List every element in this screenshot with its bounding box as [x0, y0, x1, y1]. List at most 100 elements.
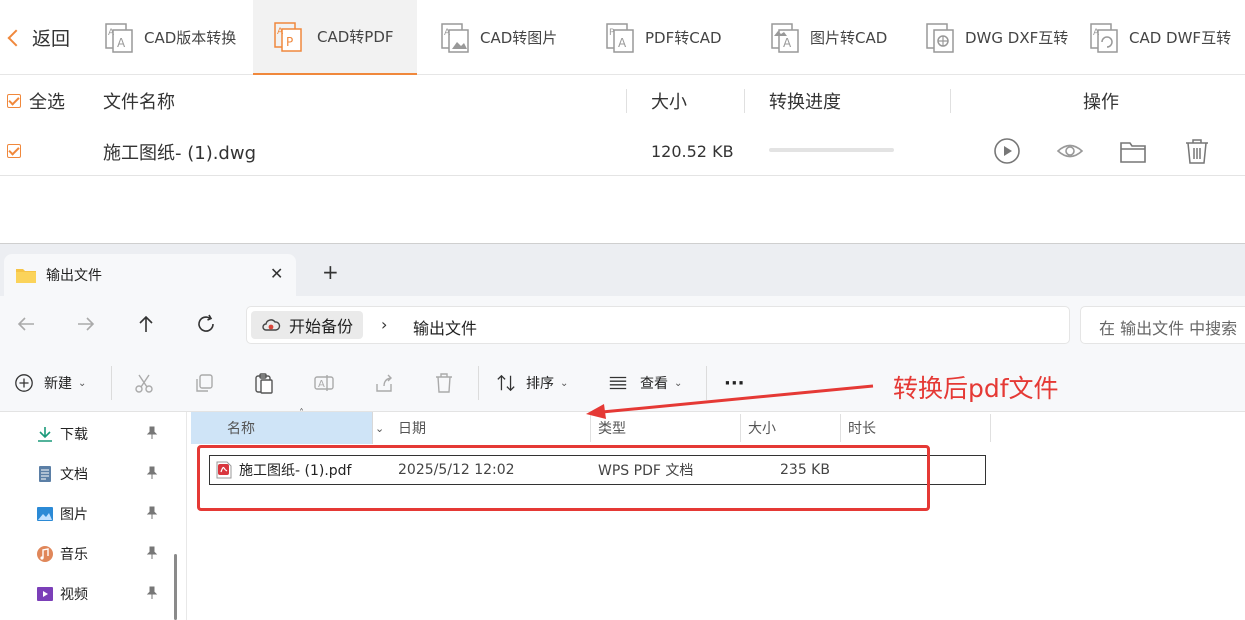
cad-to-image-icon: A: [441, 22, 469, 53]
pdf-to-cad-icon: P A: [606, 22, 634, 53]
file-row-name: 施工图纸- (1).dwg: [103, 142, 257, 164]
tab-cad-to-image[interactable]: A CAD转图片: [440, 0, 590, 75]
sidebar-item-pictures[interactable]: 图片: [36, 502, 166, 526]
column-divider: [744, 89, 745, 113]
svg-text:A: A: [783, 36, 792, 50]
pin-icon[interactable]: [146, 426, 158, 440]
svg-text:A: A: [277, 27, 284, 37]
select-all-checkbox[interactable]: [7, 94, 21, 108]
tab-pdf-to-cad[interactable]: P A PDF转CAD: [605, 0, 755, 75]
back-arrow-icon[interactable]: [14, 312, 38, 336]
cad-to-pdf-icon: A P: [274, 21, 302, 52]
rename-icon[interactable]: A: [313, 372, 335, 394]
svg-text:A: A: [618, 36, 627, 50]
column-file-name: 文件名称: [103, 92, 175, 113]
sidebar-item-music[interactable]: 音乐: [36, 542, 166, 566]
file-row-checkbox[interactable]: [7, 144, 21, 158]
explorer-tab[interactable]: 输出文件 ✕: [4, 254, 296, 296]
folder-icon: [16, 269, 36, 283]
annotation-arrow-icon: [586, 384, 874, 419]
tab-dwg-dxf[interactable]: DWG DXF互转: [925, 0, 1085, 75]
explorer-nav-bar: 开始备份 › 输出文件 在 输出文件 中搜索: [0, 296, 1245, 354]
eye-icon[interactable]: [1056, 137, 1084, 165]
breadcrumb-item[interactable]: 开始备份: [251, 311, 364, 339]
converter-app: 返回 A A CAD版本转换 A P CAD转PDF A CAD转图片 P A …: [0, 0, 1245, 243]
back-button[interactable]: 返回: [0, 0, 90, 75]
chevron-down-icon: ⌄: [78, 377, 87, 389]
column-divider: [950, 89, 951, 113]
sort-label: 排序: [526, 376, 554, 392]
tab-label: CAD转图片: [480, 29, 558, 47]
download-icon: [38, 427, 52, 442]
music-icon: [37, 546, 53, 562]
svg-text:P: P: [286, 35, 293, 49]
file-list-header: 全选 文件名称 大小 转换进度 操作: [0, 75, 1245, 127]
image-to-cad-icon: A: [771, 22, 799, 53]
highlight-box: [197, 445, 930, 511]
up-arrow-icon[interactable]: [134, 312, 158, 336]
sort-icon: [497, 374, 515, 392]
video-icon: [37, 587, 53, 601]
plus-circle-icon: [15, 374, 33, 392]
breadcrumb-current[interactable]: 输出文件: [413, 315, 477, 339]
new-tab-plus-icon[interactable]: +: [322, 262, 339, 282]
column-name-dropdown[interactable]: ⌄: [372, 412, 390, 444]
explorer-tab-title: 输出文件: [46, 268, 102, 284]
file-explorer-window: 输出文件 ✕ + 开始备份 › 输出文件 在 输出文件 中搜索 新建 ⌄ A 排…: [0, 243, 1245, 620]
copy-icon[interactable]: [193, 372, 215, 394]
column-divider[interactable]: [990, 414, 991, 442]
pin-icon[interactable]: [146, 586, 158, 600]
pin-icon[interactable]: [146, 546, 158, 560]
annotation-text: 转换后pdf文件: [893, 374, 1059, 403]
forward-arrow-icon[interactable]: [74, 312, 98, 336]
svg-text:A: A: [444, 28, 451, 38]
tab-cad-to-pdf[interactable]: A P CAD转PDF: [253, 0, 417, 75]
sidebar-item-downloads[interactable]: 下载: [36, 422, 166, 446]
cut-icon[interactable]: [133, 372, 155, 394]
column-actions: 操作: [1083, 92, 1119, 113]
delete-icon[interactable]: [433, 372, 455, 394]
column-size: 大小: [651, 92, 687, 113]
document-icon: [39, 466, 51, 482]
cad-version-icon: A A: [105, 22, 133, 53]
cad-dwf-icon: A: [1090, 22, 1118, 53]
column-name-label: 名称: [227, 421, 255, 437]
trash-icon[interactable]: [1183, 137, 1211, 165]
refresh-icon[interactable]: [194, 312, 218, 336]
sidebar-item-documents[interactable]: 文档: [36, 462, 166, 486]
sidebar-item-label: 音乐: [60, 547, 88, 563]
column-progress: 转换进度: [769, 92, 841, 113]
select-all-label[interactable]: 全选: [29, 75, 65, 127]
column-date[interactable]: 日期: [390, 412, 590, 444]
close-icon[interactable]: ✕: [270, 264, 283, 283]
sidebar-item-label: 文档: [60, 467, 88, 483]
pin-icon[interactable]: [146, 506, 158, 520]
folder-icon[interactable]: [1119, 137, 1147, 165]
sidebar-scrollbar[interactable]: [174, 554, 177, 620]
share-icon[interactable]: [373, 372, 395, 394]
sort-button[interactable]: 排序 ⌄: [496, 372, 568, 394]
new-button[interactable]: 新建 ⌄: [14, 372, 86, 394]
tab-label: CAD版本转换: [144, 29, 237, 47]
tab-image-to-cad[interactable]: A 图片转CAD: [770, 0, 920, 75]
sidebar-item-label: 视频: [60, 587, 88, 603]
dwg-dxf-icon: [926, 22, 954, 53]
file-row-size: 120.52 KB: [651, 142, 734, 161]
sidebar-item-videos[interactable]: 视频: [36, 582, 166, 606]
conversion-progress-bar: [769, 148, 894, 152]
sidebar-item-label: 下载: [60, 427, 88, 443]
column-name[interactable]: 名称: [191, 412, 372, 444]
back-label: 返回: [32, 28, 71, 50]
tab-cad-version[interactable]: A A CAD版本转换: [100, 0, 250, 75]
play-icon[interactable]: [993, 137, 1021, 165]
tab-cad-dwf[interactable]: A CAD DWF互转: [1089, 0, 1245, 75]
picture-icon: [37, 507, 53, 521]
paste-icon[interactable]: [253, 372, 275, 394]
svg-text:A: A: [108, 28, 115, 38]
tab-label: 图片转CAD: [810, 29, 888, 47]
search-input[interactable]: 在 输出文件 中搜索: [1080, 306, 1245, 344]
svg-text:A: A: [1093, 28, 1100, 38]
pin-icon[interactable]: [146, 466, 158, 480]
address-bar[interactable]: 开始备份 › 输出文件: [246, 306, 1070, 344]
svg-text:P: P: [609, 28, 615, 38]
